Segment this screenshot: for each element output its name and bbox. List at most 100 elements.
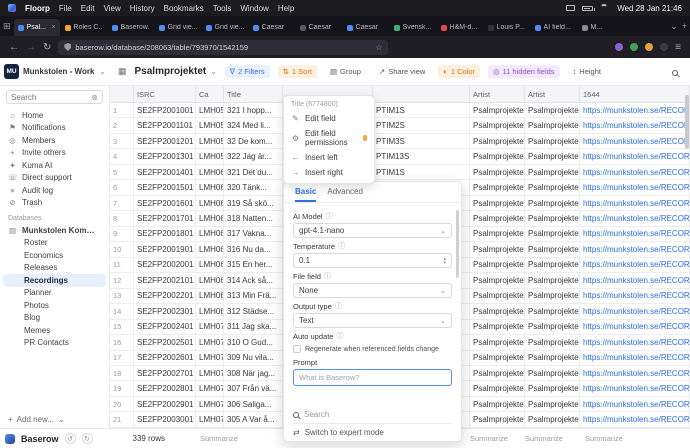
context-menu-item[interactable]: ✎ Edit field [284, 111, 374, 126]
artist-cell[interactable]: Psalmprojektet [470, 412, 525, 426]
context-menu-item[interactable]: ⚙ Edit field permissions [284, 126, 374, 150]
browser-tab[interactable]: Baserow... × [108, 19, 154, 36]
artist-cell[interactable]: Psalmprojektet [470, 134, 525, 148]
sidebar-database[interactable]: ▤ Munkstolen Kommandi... [0, 224, 109, 237]
summarize-button[interactable]: Summarize [585, 434, 623, 443]
title-cell[interactable]: 311 Jag ska... [224, 320, 283, 334]
browser-tab[interactable]: Caesar × [249, 19, 295, 36]
title-cell[interactable]: 307 Från vä... [224, 381, 283, 395]
menubar-item[interactable]: Window [240, 4, 268, 13]
title-cell[interactable]: 306 Saliga... [224, 397, 283, 411]
title-cell[interactable]: 308 När jag... [224, 366, 283, 380]
artist-cell[interactable]: Psalmprojektet [470, 289, 525, 303]
catalog-cell[interactable]: LMH065 [196, 242, 224, 256]
display-icon[interactable] [566, 5, 575, 11]
checkbox[interactable] [293, 345, 301, 353]
catalog-cell[interactable]: LMH064 [196, 227, 224, 241]
context-menu-item[interactable]: ← Insert left [284, 150, 374, 165]
temperature-input[interactable]: 0.1 ▴▾ [293, 253, 452, 268]
browser-tab[interactable]: M... × [578, 19, 624, 36]
catalog-cell[interactable]: LMH061 [196, 180, 224, 194]
redo-button[interactable]: ↻ [82, 433, 93, 444]
sort-button[interactable]: ⇅ 1 Sort [278, 65, 317, 78]
menubar-item[interactable]: Help [278, 4, 294, 13]
catalog-cell[interactable]: LMH073 [196, 366, 224, 380]
context-menu-item[interactable]: → Insert right [284, 165, 374, 180]
row-number-cell[interactable]: 12 [110, 273, 134, 287]
catalog-cell[interactable]: LMH066 [196, 258, 224, 272]
view-name[interactable]: Psalmprojektet [135, 66, 207, 77]
isrc-cell[interactable]: SE2FP2001601 [134, 196, 196, 210]
recording-url-cell[interactable]: https://munkstolen.se/RECORDINGS/ISRC-..… [580, 381, 690, 395]
artist-cell[interactable]: Psalmprojektet [470, 258, 525, 272]
artist2-cell[interactable]: Psalmprojektet [525, 227, 580, 241]
column-header[interactable]: Ca [196, 86, 224, 102]
artist2-cell[interactable]: Psalmprojektet [525, 242, 580, 256]
recording-url-cell[interactable]: https://munkstolen.se/RECORDINGS/ISRC-..… [580, 273, 690, 287]
isrc-cell[interactable]: SE2FP2002601 [134, 351, 196, 365]
clear-search-icon[interactable]: ⊗ [91, 93, 98, 102]
browser-tab[interactable]: Caesar × [296, 19, 342, 36]
sidebar-table-item[interactable]: Recordings [3, 274, 106, 287]
menubar-item[interactable]: Edit [81, 4, 95, 13]
artist2-cell[interactable]: Psalmprojektet [525, 412, 580, 426]
back-icon[interactable]: ← [9, 42, 19, 53]
isrc-cell[interactable]: SE2FP2001501 [134, 180, 196, 194]
artist-cell[interactable]: Psalmprojektet [470, 351, 525, 365]
recording-url-cell[interactable]: https://munkstolen.se/RECORDINGS/ISRC-..… [580, 412, 690, 426]
artist2-cell[interactable]: Psalmprojektet [525, 304, 580, 318]
catalog-cell[interactable]: LMH074 [196, 381, 224, 395]
shield-icon[interactable] [64, 43, 71, 51]
artist-cell[interactable]: Psalmprojektet [470, 149, 525, 163]
wifi-icon[interactable] [600, 4, 608, 12]
menubar-item[interactable]: Bookmarks [164, 4, 204, 13]
search-icon[interactable] [672, 63, 682, 81]
table-scrollbar[interactable] [685, 95, 689, 149]
browser-tab[interactable]: Louis P... × [484, 19, 530, 36]
isrc-cell[interactable]: SE2FP2002901 [134, 397, 196, 411]
browser-tab[interactable]: Caesar × [343, 19, 389, 36]
summarize-button[interactable]: Summarize [470, 434, 508, 443]
catalog-cell[interactable]: LMH062 [196, 196, 224, 210]
column-header[interactable]: Title [224, 86, 283, 102]
artist2-cell[interactable]: Psalmprojektet [525, 103, 580, 117]
sidebar-item[interactable]: ☏ Direct support [0, 172, 109, 185]
row-number-cell[interactable]: 20 [110, 397, 134, 411]
browser-tab[interactable]: Roles C... × [61, 19, 107, 36]
recording-url-cell[interactable]: https://munkstolen.se/RECORDINGS/ISRC-..… [580, 242, 690, 256]
title-cell[interactable]: 312 Städse... [224, 304, 283, 318]
tab-list-chevron-icon[interactable]: ⌄ [670, 21, 678, 32]
isrc-cell[interactable]: SE2FP2002501 [134, 335, 196, 349]
sidebar-table-item[interactable]: Blog [3, 312, 106, 325]
recording-url-cell[interactable]: https://munkstolen.se/RECORDINGS/ISRC-..… [580, 258, 690, 272]
sidebar-item[interactable]: ✦ Kuma AI [0, 159, 109, 172]
row-number-cell[interactable]: 16 [110, 335, 134, 349]
artist-cell[interactable]: Psalmprojektet [470, 304, 525, 318]
catalog-cell[interactable]: LMH057 [196, 118, 224, 132]
row-number-cell[interactable]: 15 [110, 320, 134, 334]
row-number-cell[interactable]: 14 [110, 304, 134, 318]
row-number-cell[interactable]: 17 [110, 351, 134, 365]
row-number-cell[interactable]: 7 [110, 196, 134, 210]
artist-cell[interactable]: Psalmprojektet [470, 273, 525, 287]
prompt-input[interactable] [293, 369, 452, 386]
catalog-cell[interactable]: LMH056 [196, 103, 224, 117]
artist2-cell[interactable]: Psalmprojektet [525, 118, 580, 132]
extension-icon[interactable] [645, 43, 653, 51]
recording-url-cell[interactable]: https://munkstolen.se/RECORDINGS/ISRC-..… [580, 211, 690, 225]
isrc-cell[interactable]: SE2FP2001301 [134, 149, 196, 163]
column-header[interactable]: Artist [525, 86, 580, 102]
summarize-button[interactable]: Summarize [525, 434, 563, 443]
catalog-cell[interactable]: LMH076 [196, 412, 224, 426]
sidebar-table-item[interactable]: Photos [3, 299, 106, 312]
isrc-cell[interactable]: SE2FP2002401 [134, 320, 196, 334]
recording-url-cell[interactable]: https://munkstolen.se/RECORDINGS/ISRC-..… [580, 227, 690, 241]
artist-cell[interactable]: Psalmprojektet [470, 335, 525, 349]
catalog-cell[interactable]: LMH069 [196, 304, 224, 318]
catalog-cell[interactable]: LMH067 [196, 273, 224, 287]
artist2-cell[interactable]: Psalmprojektet [525, 366, 580, 380]
row-number-cell[interactable]: 9 [110, 227, 134, 241]
title-cell[interactable]: 320 Tänk... [224, 180, 283, 194]
isrc-cell[interactable]: SE2FP2002001 [134, 258, 196, 272]
recording-url-cell[interactable]: https://munkstolen.se/RECORDINGS/ISRC-..… [580, 397, 690, 411]
